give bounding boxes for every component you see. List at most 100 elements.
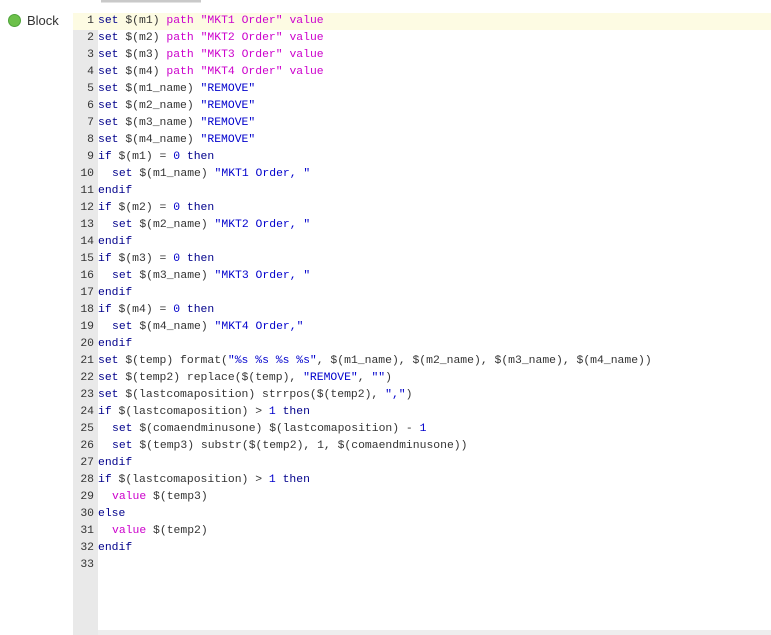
line-code: set $(m3) path "MKT3 Order" value <box>98 47 324 64</box>
code-line[interactable]: 12 if $(m2) = 0 then <box>73 200 771 217</box>
code-token: then <box>186 304 215 316</box>
line-number: 21 <box>80 355 94 367</box>
code-token: set <box>98 355 119 367</box>
code-token: set <box>98 83 119 95</box>
code-line[interactable]: 10 set $(m1_name) "MKT1 Order, " <box>73 166 771 183</box>
code-token: then <box>186 253 215 265</box>
code-token: value <box>112 525 147 537</box>
code-token: 1 <box>268 406 276 418</box>
code-token: endif <box>98 287 133 299</box>
code-token: endif <box>98 457 133 469</box>
code-line[interactable]: 23 set $(lastcomaposition) strrpos($(temp… <box>73 387 771 404</box>
line-code: endif <box>98 455 132 472</box>
code-token: 1 <box>419 423 427 435</box>
code-line[interactable]: 2 set $(m2) path "MKT2 Order" value <box>73 30 771 47</box>
line-number: 16 <box>80 270 94 282</box>
code-token: $(m2) = <box>111 202 174 214</box>
line-number: 28 <box>80 474 94 486</box>
code-token: $(lastcomaposition) strrpos($(temp2), <box>118 389 386 401</box>
code-token: "" <box>371 372 386 384</box>
code-token: set <box>112 440 133 452</box>
code-token: "REMOVE" <box>303 372 358 384</box>
horizontal-scrollbar[interactable] <box>98 630 771 635</box>
code-line[interactable]: 21 set $(temp) format("%s %s %s %s", $(m1… <box>73 353 771 370</box>
code-line[interactable]: 5 set $(m1_name) "REMOVE" <box>73 81 771 98</box>
code-line[interactable]: 13 set $(m2_name) "MKT2 Order, " <box>73 217 771 234</box>
code-token: 1 <box>268 474 276 486</box>
code-token: "REMOVE" <box>200 83 256 95</box>
code-line[interactable]: 17 endif <box>73 285 771 302</box>
code-line[interactable]: 24 if $(lastcomaposition) > 1 then <box>73 404 771 421</box>
code-token: if <box>98 474 112 486</box>
code-line[interactable]: 11 endif <box>73 183 771 200</box>
code-line[interactable]: 25 set $(comaendminusone) $(lastcomaposit… <box>73 421 771 438</box>
line-code: if $(m4) = 0 then <box>98 302 214 319</box>
code-token: $(m1) = <box>111 151 174 163</box>
line-code: set $(temp) format("%s %s %s %s", $(m1_n… <box>98 353 652 370</box>
line-number: 20 <box>80 338 94 350</box>
code-token: set <box>98 49 119 61</box>
code-line[interactable]: 3 set $(m3) path "MKT3 Order" value <box>73 47 771 64</box>
code-line[interactable]: 28 if $(lastcomaposition) > 1 then <box>73 472 771 489</box>
line-number: 10 <box>80 168 94 180</box>
line-code: set $(temp3) substr($(temp2), 1, $(comae… <box>98 438 467 455</box>
line-number: 22 <box>80 372 94 384</box>
code-token: , $(m1_name), $(m2_name), $(m3_name), $(… <box>316 355 652 367</box>
code-line[interactable]: 9 if $(m1) = 0 then <box>73 149 771 166</box>
code-line[interactable]: 6 set $(m2_name) "REMOVE" <box>73 98 771 115</box>
block-header[interactable]: Block <box>8 13 59 28</box>
code-token: if <box>98 406 112 418</box>
code-token: $(comaendminusone) $(lastcomaposition) - <box>132 423 420 435</box>
line-code: set $(m2_name) "MKT2 Order, " <box>98 217 310 234</box>
code-token: then <box>282 474 310 486</box>
line-number: 23 <box>80 389 94 401</box>
code-line[interactable]: 26 set $(temp3) substr($(temp2), 1, $(com… <box>73 438 771 455</box>
code-line[interactable]: 29 value $(temp3) <box>73 489 771 506</box>
code-token: $(m1) <box>118 15 167 27</box>
code-line[interactable]: 19 set $(m4_name) "MKT4 Order," <box>73 319 771 336</box>
line-code: set $(m3_name) "MKT3 Order, " <box>98 268 310 285</box>
code-token: ) <box>405 389 413 401</box>
line-number: 33 <box>80 559 94 571</box>
code-token: endif <box>98 185 133 197</box>
code-token: set <box>98 15 119 27</box>
code-line[interactable]: 22 set $(temp2) replace($(temp), "REMOVE"… <box>73 370 771 387</box>
code-line[interactable]: 18 if $(m4) = 0 then <box>73 302 771 319</box>
code-line[interactable]: 31 value $(temp2) <box>73 523 771 540</box>
line-number: 11 <box>80 185 94 197</box>
line-code: set $(m1_name) "REMOVE" <box>98 81 255 98</box>
code-line[interactable]: 4 set $(m4) path "MKT4 Order" value <box>73 64 771 81</box>
line-code: if $(m3) = 0 then <box>98 251 214 268</box>
code-token: set <box>98 389 119 401</box>
code-token: then <box>282 406 310 418</box>
code-line[interactable]: 27 endif <box>73 455 771 472</box>
code-line[interactable]: 32 endif <box>73 540 771 557</box>
code-line[interactable]: 33 <box>73 557 771 574</box>
code-line[interactable]: 15 if $(m3) = 0 then <box>73 251 771 268</box>
code-token: $(m2) <box>118 32 167 44</box>
code-token: "MKT1 Order" <box>200 15 283 27</box>
code-token: $(m3) <box>118 49 167 61</box>
code-lines[interactable]: 1 set $(m1) path "MKT1 Order" value 2 set $… <box>73 13 771 574</box>
code-line[interactable]: 30 else <box>73 506 771 523</box>
code-token: endif <box>98 236 133 248</box>
code-token: $(temp) format( <box>118 355 228 367</box>
code-line[interactable]: 20 endif <box>73 336 771 353</box>
code-token: "," <box>385 389 406 401</box>
line-code: set $(lastcomaposition) strrpos($(temp2)… <box>98 387 412 404</box>
code-token: value <box>112 491 147 503</box>
code-line[interactable]: 16 set $(m3_name) "MKT3 Order, " <box>73 268 771 285</box>
code-line[interactable]: 14 endif <box>73 234 771 251</box>
code-line[interactable]: 7 set $(m3_name) "REMOVE" <box>73 115 771 132</box>
block-label: Block <box>27 13 59 28</box>
code-token: set <box>112 168 133 180</box>
line-number: 2 <box>87 32 94 44</box>
code-line[interactable]: 8 set $(m4_name) "REMOVE" <box>73 132 771 149</box>
code-line[interactable]: 1 set $(m1) path "MKT1 Order" value <box>73 13 771 30</box>
code-editor[interactable]: 1 set $(m1) path "MKT1 Order" value 2 set $… <box>73 13 771 635</box>
